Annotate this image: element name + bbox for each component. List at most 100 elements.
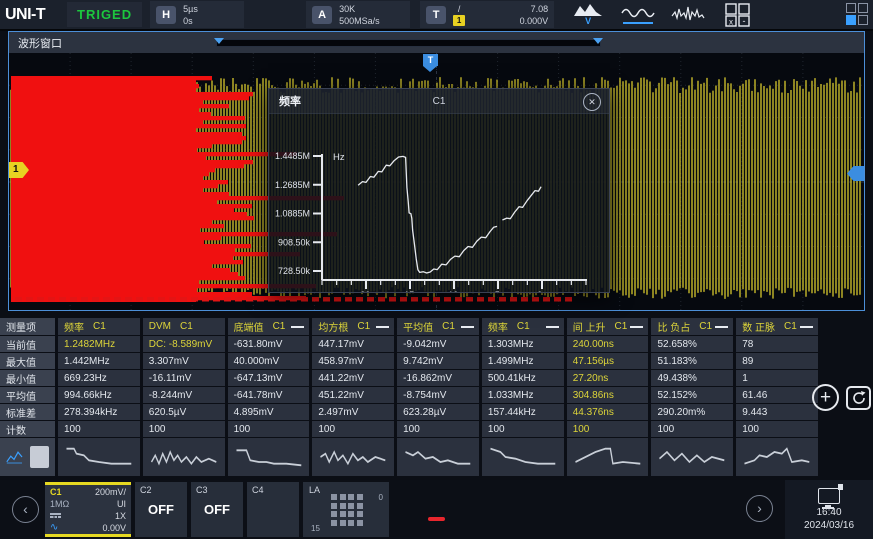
measure-column-header[interactable]: 比 负占C1 [651, 318, 733, 335]
measure-channel: C1 [614, 321, 627, 332]
top-status-bar: UNI-T TRIGED H 5µs 0s A 30K 500MSa/s T /… [0, 0, 873, 31]
popup-header[interactable]: 频率 C1 [269, 89, 609, 114]
horizontal-settings[interactable]: H 5µs 0s [150, 1, 244, 28]
measure-row-label: 最小值 [0, 370, 55, 386]
measure-value: 290.20m% [651, 404, 733, 420]
measure-value: -16.11mV [143, 370, 225, 386]
channel3-name: C3 [196, 485, 208, 495]
channel2-panel[interactable]: C2 OFF [135, 482, 187, 537]
measure-value: -641.78mV [228, 387, 310, 403]
measure-column: 均方根C1447.17mV458.97mV441.22mV451.22mV2.4… [312, 318, 394, 476]
measure-sparkline-cell[interactable] [228, 438, 310, 476]
trigger-settings[interactable]: T / 1 7.08 0.000V [420, 1, 554, 28]
peaks-icon[interactable]: V [570, 3, 606, 27]
measure-name: 底端值 [234, 319, 264, 334]
bottom-channel-bar: ‹ C1 200mV/ 1MΩ UI 1X ∿ 0.00V C2 OFF C3 … [0, 480, 873, 539]
measure-value: 27.20ns [567, 370, 649, 386]
la-name: LA [309, 485, 320, 495]
measure-sparkline-cell[interactable] [482, 438, 564, 476]
header-dash-icon [461, 326, 474, 328]
measure-table: 测量项当前值最大值最小值平均值标准差计数频率C11.2482MHz1.442MH… [0, 318, 818, 476]
measure-column-header[interactable]: 频率C1 [58, 318, 140, 335]
measure-column: 底端值C1-631.80mV40.000mV-647.13mV-641.78mV… [228, 318, 310, 476]
channel1-panel[interactable]: C1 200mV/ 1MΩ UI 1X ∿ 0.00V [45, 482, 131, 537]
measure-column: DVMC1DC: -8.589mV3.307mV-16.11mV-8.244mV… [143, 318, 225, 476]
trigger-slope-icon: / [458, 4, 461, 15]
measure-spark-label [0, 438, 55, 476]
sparkline-icon [488, 442, 558, 472]
sine-wave-icon[interactable] [620, 3, 656, 27]
trigger-position-flag[interactable]: T [423, 54, 438, 66]
measure-channel: C1 [517, 321, 530, 332]
overview-right-marker-icon[interactable] [593, 38, 603, 44]
measure-value: 1.442MHz [58, 353, 140, 369]
measure-name: 频率 [64, 319, 84, 334]
spark-select-button[interactable] [30, 446, 49, 468]
measure-name: 数 正脉 [742, 319, 775, 334]
measure-column-header[interactable]: DVMC1 [143, 318, 225, 335]
measure-value: DC: -8.589mV [143, 336, 225, 352]
measure-value: 100 [58, 421, 140, 437]
channel3-panel[interactable]: C3 OFF [191, 482, 243, 537]
measure-value: -9.042mV [397, 336, 479, 352]
measure-column-header[interactable]: 底端值 C1 [228, 318, 310, 335]
header-dash-icon [800, 326, 813, 328]
measure-sparkline-cell[interactable] [397, 438, 479, 476]
measure-value: 89 [736, 353, 818, 369]
measure-row-label: 平均值 [0, 387, 55, 403]
trend-chart-icon[interactable] [6, 448, 24, 466]
overview-left-marker-icon[interactable] [214, 38, 224, 44]
reset-statistics-button[interactable] [846, 386, 871, 410]
measure-sparkline-cell[interactable] [143, 438, 225, 476]
window-layout-icon[interactable] [846, 3, 870, 27]
measure-sparkline-cell[interactable] [567, 438, 649, 476]
datetime-block[interactable]: 16:40 2024/03/16 [785, 480, 873, 539]
measure-column-header[interactable]: 平均值C1 [397, 318, 479, 335]
measure-channel: C1 [357, 321, 370, 332]
sparkline-icon [403, 442, 473, 472]
next-page-button[interactable]: › [746, 495, 773, 522]
measure-sparkline-cell[interactable] [58, 438, 140, 476]
la-channel-grid-icon [331, 494, 363, 526]
logic-analyzer-panel[interactable]: LA 0 15 [303, 482, 389, 537]
measure-value: 52.152% [651, 387, 733, 403]
measure-channel: C1 [273, 321, 286, 332]
measure-value: 458.97mV [312, 353, 394, 369]
measure-name: 均方根 [318, 319, 348, 334]
trigger-source-badge: 1 [453, 15, 465, 26]
measure-value: 451.22mV [312, 387, 394, 403]
measure-sparkline-cell[interactable] [651, 438, 733, 476]
display-usb-icon [818, 488, 840, 504]
acquire-badge: A [312, 6, 332, 24]
measure-column-header[interactable]: 数 正脉C1 [736, 318, 818, 335]
measure-value: 49.438% [651, 370, 733, 386]
dc-coupling-icon [50, 512, 61, 520]
trigger-level-value: 0.000V [520, 15, 549, 27]
math-grid-icon[interactable]: x - [720, 3, 756, 27]
measure-value: 1.2482MHz [58, 336, 140, 352]
measure-row-label: 最大值 [0, 353, 55, 369]
measure-name: 间 上升 [573, 319, 606, 334]
sparkline-icon [742, 442, 812, 472]
noise-wave-icon[interactable] [670, 3, 706, 27]
measure-label-column: 测量项当前值最大值最小值平均值标准差计数 [0, 318, 55, 476]
measure-column-header[interactable]: 间 上升 C1 [567, 318, 649, 335]
measure-sparkline-cell[interactable] [312, 438, 394, 476]
measure-value: 100 [736, 421, 818, 437]
acquire-settings[interactable]: A 30K 500MSa/s [306, 1, 410, 28]
measure-sparkline-cell[interactable] [736, 438, 818, 476]
measure-row-label: 计数 [0, 421, 55, 437]
svg-text:1.4485M: 1.4485M [275, 151, 310, 161]
record-overview-bar[interactable] [216, 39, 601, 47]
add-measure-button[interactable]: + [812, 384, 839, 411]
svg-text:728.50k: 728.50k [278, 266, 311, 276]
measure-column: 平均值C1-9.042mV9.742mV-16.862mV-8.754mV623… [397, 318, 479, 476]
measure-column-header[interactable]: 均方根 C1 [312, 318, 394, 335]
measure-column-header[interactable]: 频率C1 [482, 318, 564, 335]
channel4-panel[interactable]: C4 [247, 482, 299, 537]
channel2-name: C2 [140, 485, 152, 495]
measure-value: -8.754mV [397, 387, 479, 403]
prev-page-button[interactable]: ‹ [12, 496, 39, 523]
close-icon[interactable]: ✕ [583, 93, 601, 111]
measure-column: 间 上升C1240.00ns47.156µs27.20ns304.86ns44.… [567, 318, 649, 476]
